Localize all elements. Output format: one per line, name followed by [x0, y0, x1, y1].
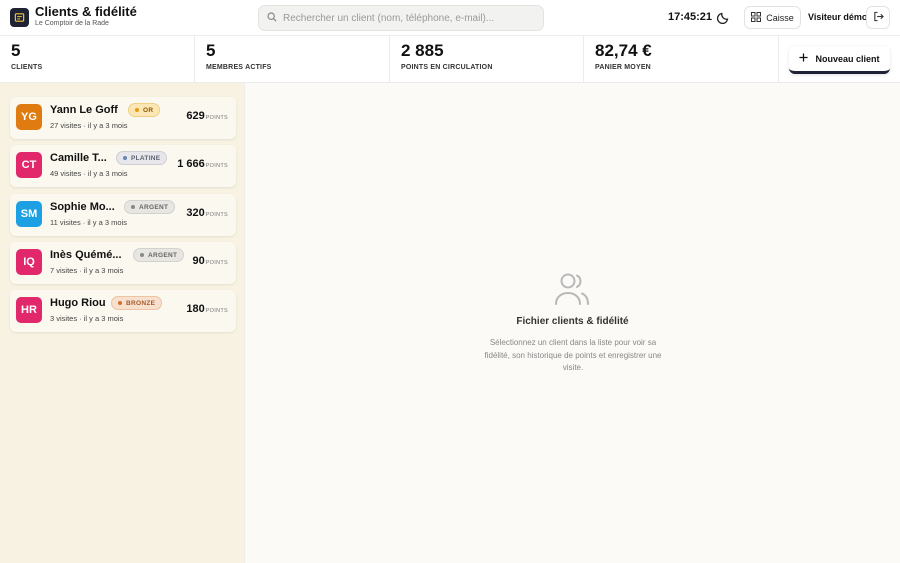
- tier-badge: BRONZE: [111, 296, 163, 310]
- tier-dot: [123, 156, 127, 160]
- avatar: YG: [16, 104, 42, 130]
- tier-badge: ARGENT: [124, 200, 176, 214]
- points-value: 320: [186, 207, 205, 219]
- new-client-label: Nouveau client: [815, 53, 880, 64]
- app-header: Clients & fidélité Le Comptoir de la Rad…: [0, 0, 900, 36]
- client-card[interactable]: SM Sophie Mo... ARGENT 11 visites · il y…: [10, 194, 236, 236]
- app-subtitle: Le Comptoir de la Rade: [35, 20, 109, 27]
- client-meta: 27 visites · il y a 3 mois: [50, 121, 128, 130]
- plus-icon: [799, 53, 809, 64]
- tier-dot: [140, 253, 144, 257]
- tier-label: PLATINE: [131, 154, 161, 162]
- caisse-button[interactable]: Caisse: [744, 6, 801, 29]
- stat-value: 82,74 €: [595, 41, 652, 60]
- tier-badge: PLATINE: [116, 151, 168, 165]
- tier-dot: [131, 205, 135, 209]
- client-name: Yann Le Goff: [50, 104, 118, 116]
- points-unit: POINTS: [205, 163, 228, 169]
- avatar: SM: [16, 201, 42, 227]
- client-card[interactable]: YG Yann Le Goff OR 27 visites · il y a 3…: [10, 97, 236, 139]
- client-name: Camille T...: [50, 152, 107, 164]
- empty-state-text: Sélectionnez un client dans la liste pou…: [484, 338, 662, 372]
- theme-toggle-moon-icon[interactable]: [716, 10, 731, 25]
- stat-active-members: 5 MEMBRES ACTIFS: [195, 36, 390, 83]
- caisse-label: Caisse: [766, 12, 794, 23]
- client-points: 1 666 POINTS: [177, 158, 228, 170]
- points-unit: POINTS: [205, 308, 228, 314]
- empty-state-title: Fichier clients & fidélité: [516, 316, 629, 327]
- avatar: HR: [16, 297, 42, 323]
- new-client-button[interactable]: Nouveau client: [789, 46, 890, 74]
- user-name: Visiteur démo: [808, 12, 868, 22]
- tier-dot: [135, 108, 139, 112]
- stat-clients: 5 CLIENTS: [0, 36, 195, 83]
- client-list: YG Yann Le Goff OR 27 visites · il y a 3…: [0, 83, 245, 563]
- users-icon: [553, 271, 591, 312]
- tier-label: ARGENT: [148, 251, 178, 259]
- grid-icon: [751, 11, 762, 24]
- tier-dot: [118, 301, 122, 305]
- client-meta: 7 visites · il y a 3 mois: [50, 266, 124, 275]
- search-icon: [267, 9, 277, 27]
- stat-label: PANIER MOYEN: [595, 64, 651, 71]
- stat-value: 5: [206, 41, 216, 60]
- logout-button[interactable]: [866, 6, 890, 29]
- client-card[interactable]: HR Hugo Riou BRONZE 3 visites · il y a 3…: [10, 290, 236, 332]
- empty-state: Fichier clients & fidélité Sélectionnez …: [245, 83, 900, 563]
- tier-label: ARGENT: [139, 203, 169, 211]
- client-name: Hugo Riou: [50, 297, 106, 309]
- search-input[interactable]: [283, 12, 533, 24]
- client-card[interactable]: CT Camille T... PLATINE 49 visites · il …: [10, 145, 236, 187]
- points-unit: POINTS: [205, 212, 228, 218]
- register-icon: [10, 8, 29, 27]
- logout-icon: [873, 9, 884, 27]
- client-points: 90 POINTS: [192, 255, 228, 267]
- clock: 17:45:21: [668, 11, 713, 23]
- client-name: Inès Quémé...: [50, 249, 122, 261]
- points-value: 90: [192, 255, 205, 267]
- stat-points: 2 885 POINTS EN CIRCULATION: [390, 36, 584, 83]
- client-meta: 11 visites · il y a 3 mois: [50, 218, 127, 227]
- search-box[interactable]: [258, 5, 544, 31]
- client-points: 320 POINTS: [186, 207, 228, 219]
- client-meta: 3 visites · il y a 3 mois: [50, 314, 124, 323]
- client-meta: 49 visites · il y a 3 mois: [50, 169, 128, 178]
- avatar: CT: [16, 152, 42, 178]
- tier-label: OR: [143, 106, 154, 114]
- tier-label: BRONZE: [126, 299, 156, 307]
- stats-bar: 5 CLIENTS 5 MEMBRES ACTIFS 2 885 POINTS …: [0, 36, 900, 83]
- stat-avg-basket: 82,74 € PANIER MOYEN: [584, 36, 779, 83]
- tier-badge: ARGENT: [133, 248, 185, 262]
- points-unit: POINTS: [205, 115, 228, 121]
- stat-label: POINTS EN CIRCULATION: [401, 64, 493, 71]
- stat-label: MEMBRES ACTIFS: [206, 64, 272, 71]
- stat-value: 5: [11, 41, 21, 60]
- client-card[interactable]: IQ Inès Quémé... ARGENT 7 visites · il y…: [10, 242, 236, 284]
- points-value: 180: [186, 303, 205, 315]
- points-unit: POINTS: [205, 260, 228, 266]
- tier-badge: OR: [128, 103, 161, 117]
- client-points: 180 POINTS: [186, 303, 228, 315]
- avatar: IQ: [16, 249, 42, 275]
- points-value: 629: [186, 110, 205, 122]
- app-title: Clients & fidélité: [35, 4, 137, 19]
- client-name: Sophie Mo...: [50, 201, 115, 213]
- stat-label: CLIENTS: [11, 64, 43, 71]
- points-value: 1 666: [177, 158, 205, 170]
- stat-value: 2 885: [401, 41, 444, 60]
- client-points: 629 POINTS: [186, 110, 228, 122]
